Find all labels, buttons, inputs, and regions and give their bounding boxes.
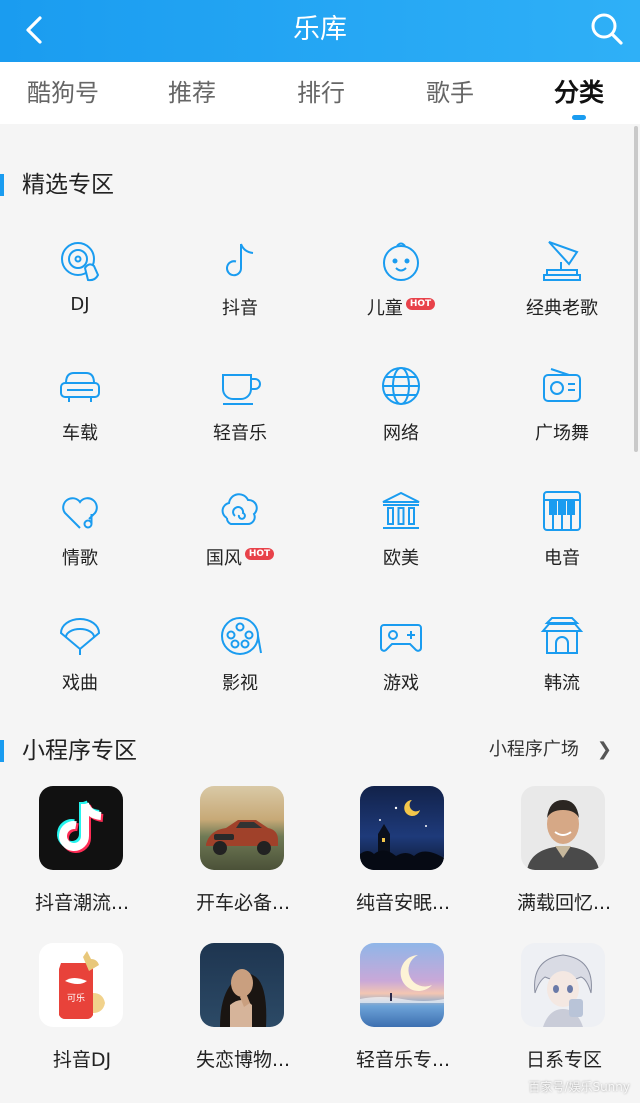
category-love-songs[interactable]: 情歌	[15, 488, 145, 598]
piano-keys-icon	[543, 491, 581, 531]
dj-disc-icon	[61, 242, 100, 282]
category-children[interactable]: 儿童 HOT	[336, 238, 466, 348]
mini-program-label: 满载回忆...	[516, 892, 612, 914]
heart-note-icon	[62, 497, 98, 529]
moon-sea-thumbnail	[360, 943, 444, 1027]
category-korean-wave[interactable]: 韩流	[497, 613, 627, 723]
category-label: 网络	[383, 423, 419, 444]
category-chinese-style[interactable]: 国风 HOT	[175, 488, 305, 598]
category-classic-oldies[interactable]: 经典老歌	[497, 238, 627, 348]
mini-program-tile[interactable]: 轻音乐专...	[333, 943, 473, 1083]
cloud-icon	[221, 493, 258, 526]
hot-badge: HOT	[405, 298, 436, 310]
category-internet[interactable]: 网络	[336, 363, 466, 473]
category-label: DJ	[70, 294, 90, 315]
featured-section-header: 精选专区	[0, 170, 300, 200]
category-label: 情歌	[62, 548, 98, 569]
tab-bar: 酷狗号 推荐 排行 歌手 分类	[0, 62, 640, 124]
cup-icon	[222, 374, 261, 405]
tab-singers[interactable]: 歌手	[395, 62, 505, 124]
category-label: 经典老歌	[526, 298, 598, 319]
featured-section-title: 精选专区	[22, 172, 114, 198]
tab-recommend[interactable]: 推荐	[137, 62, 247, 124]
category-car[interactable]: 车载	[15, 363, 145, 473]
scrollbar[interactable]	[634, 126, 638, 452]
radio-icon	[543, 368, 581, 402]
mini-program-label: 轻音乐专...	[355, 1049, 451, 1071]
mini-program-plaza-label: 小程序广场	[488, 739, 579, 760]
category-opera[interactable]: 戏曲	[15, 613, 145, 723]
temple-icon	[382, 491, 420, 529]
category-games[interactable]: 游戏	[336, 613, 466, 723]
category-film-tv[interactable]: 影视	[175, 613, 305, 723]
mini-program-label: 纯音安眠...	[355, 892, 451, 914]
category-western[interactable]: 欧美	[336, 488, 466, 598]
palace-icon	[540, 617, 584, 654]
page-title: 乐库	[293, 14, 347, 45]
music-note-icon	[226, 243, 254, 277]
mini-program-section-title: 小程序专区	[22, 738, 137, 764]
search-icon[interactable]	[588, 10, 626, 48]
mini-program-tile[interactable]: 开车必备...	[173, 786, 313, 926]
svg-text:可乐: 可乐	[67, 992, 85, 1004]
active-tab-indicator	[572, 115, 586, 120]
top-bar: 乐库	[0, 0, 640, 62]
mini-program-tile[interactable]: 抖音潮流...	[12, 786, 152, 926]
category-label: 游戏	[383, 673, 419, 694]
chevron-right-icon: ❯	[596, 739, 612, 760]
category-electronic[interactable]: 电音	[497, 488, 627, 598]
film-reel-icon	[221, 617, 262, 655]
anime-character-thumbnail	[521, 943, 605, 1027]
category-label: 儿童 HOT	[336, 294, 466, 320]
category-douyin[interactable]: 抖音	[175, 238, 305, 348]
mini-program-plaza-link[interactable]: 小程序广场 ❯	[489, 737, 612, 763]
tiktok-logo-thumbnail	[39, 786, 123, 870]
watermark: 百家号/娱乐Sunny	[528, 1080, 630, 1094]
category-label: 轻音乐	[213, 423, 267, 444]
mini-program-tile[interactable]: 纯音安眠...	[333, 786, 473, 926]
category-label: 抖音	[222, 298, 258, 319]
car-icon	[60, 372, 100, 402]
baby-face-icon	[383, 242, 419, 281]
tab-kugou-account[interactable]: 酷狗号	[8, 62, 118, 124]
mini-program-section-header: 小程序专区	[0, 736, 300, 766]
mini-program-tile[interactable]: 失恋博物...	[173, 943, 313, 1083]
mini-program-tile[interactable]: 满载回忆...	[494, 786, 634, 926]
fan-icon	[59, 618, 101, 655]
category-label: 影视	[222, 673, 258, 694]
category-square-dance[interactable]: 广场舞	[497, 363, 627, 473]
singer-portrait-thumbnail	[521, 786, 605, 870]
mini-program-label: 抖音DJ	[52, 1049, 112, 1071]
girl-portrait-thumbnail	[200, 943, 284, 1027]
category-label: 国风 HOT	[175, 544, 305, 570]
gamepad-icon	[380, 624, 422, 652]
mini-program-tile[interactable]: 日系专区	[494, 943, 634, 1083]
night-moon-thumbnail	[360, 786, 444, 870]
mini-program-tile[interactable]: 可乐 抖音DJ	[12, 943, 152, 1083]
category-label: 电音	[544, 548, 580, 569]
category-label: 韩流	[544, 673, 580, 694]
tab-ranking[interactable]: 排行	[266, 62, 376, 124]
section-accent-bar	[0, 740, 4, 762]
mini-program-label: 抖音潮流...	[34, 892, 130, 914]
globe-icon	[382, 367, 420, 405]
mini-program-label: 失恋博物...	[195, 1049, 291, 1071]
hot-badge: HOT	[244, 548, 275, 560]
category-dj[interactable]: DJ	[15, 238, 145, 348]
category-light-music[interactable]: 轻音乐	[175, 363, 305, 473]
category-label: 车载	[62, 423, 98, 444]
cola-can-cat-thumbnail: 可乐	[39, 943, 123, 1027]
mini-program-label: 开车必备...	[195, 892, 291, 914]
category-label: 广场舞	[535, 423, 589, 444]
category-label: 戏曲	[62, 673, 98, 694]
mini-program-label: 日系专区	[525, 1049, 602, 1071]
category-label: 欧美	[383, 548, 419, 569]
sports-car-thumbnail	[200, 786, 284, 870]
section-accent-bar	[0, 174, 4, 196]
gramophone-icon	[543, 241, 581, 281]
